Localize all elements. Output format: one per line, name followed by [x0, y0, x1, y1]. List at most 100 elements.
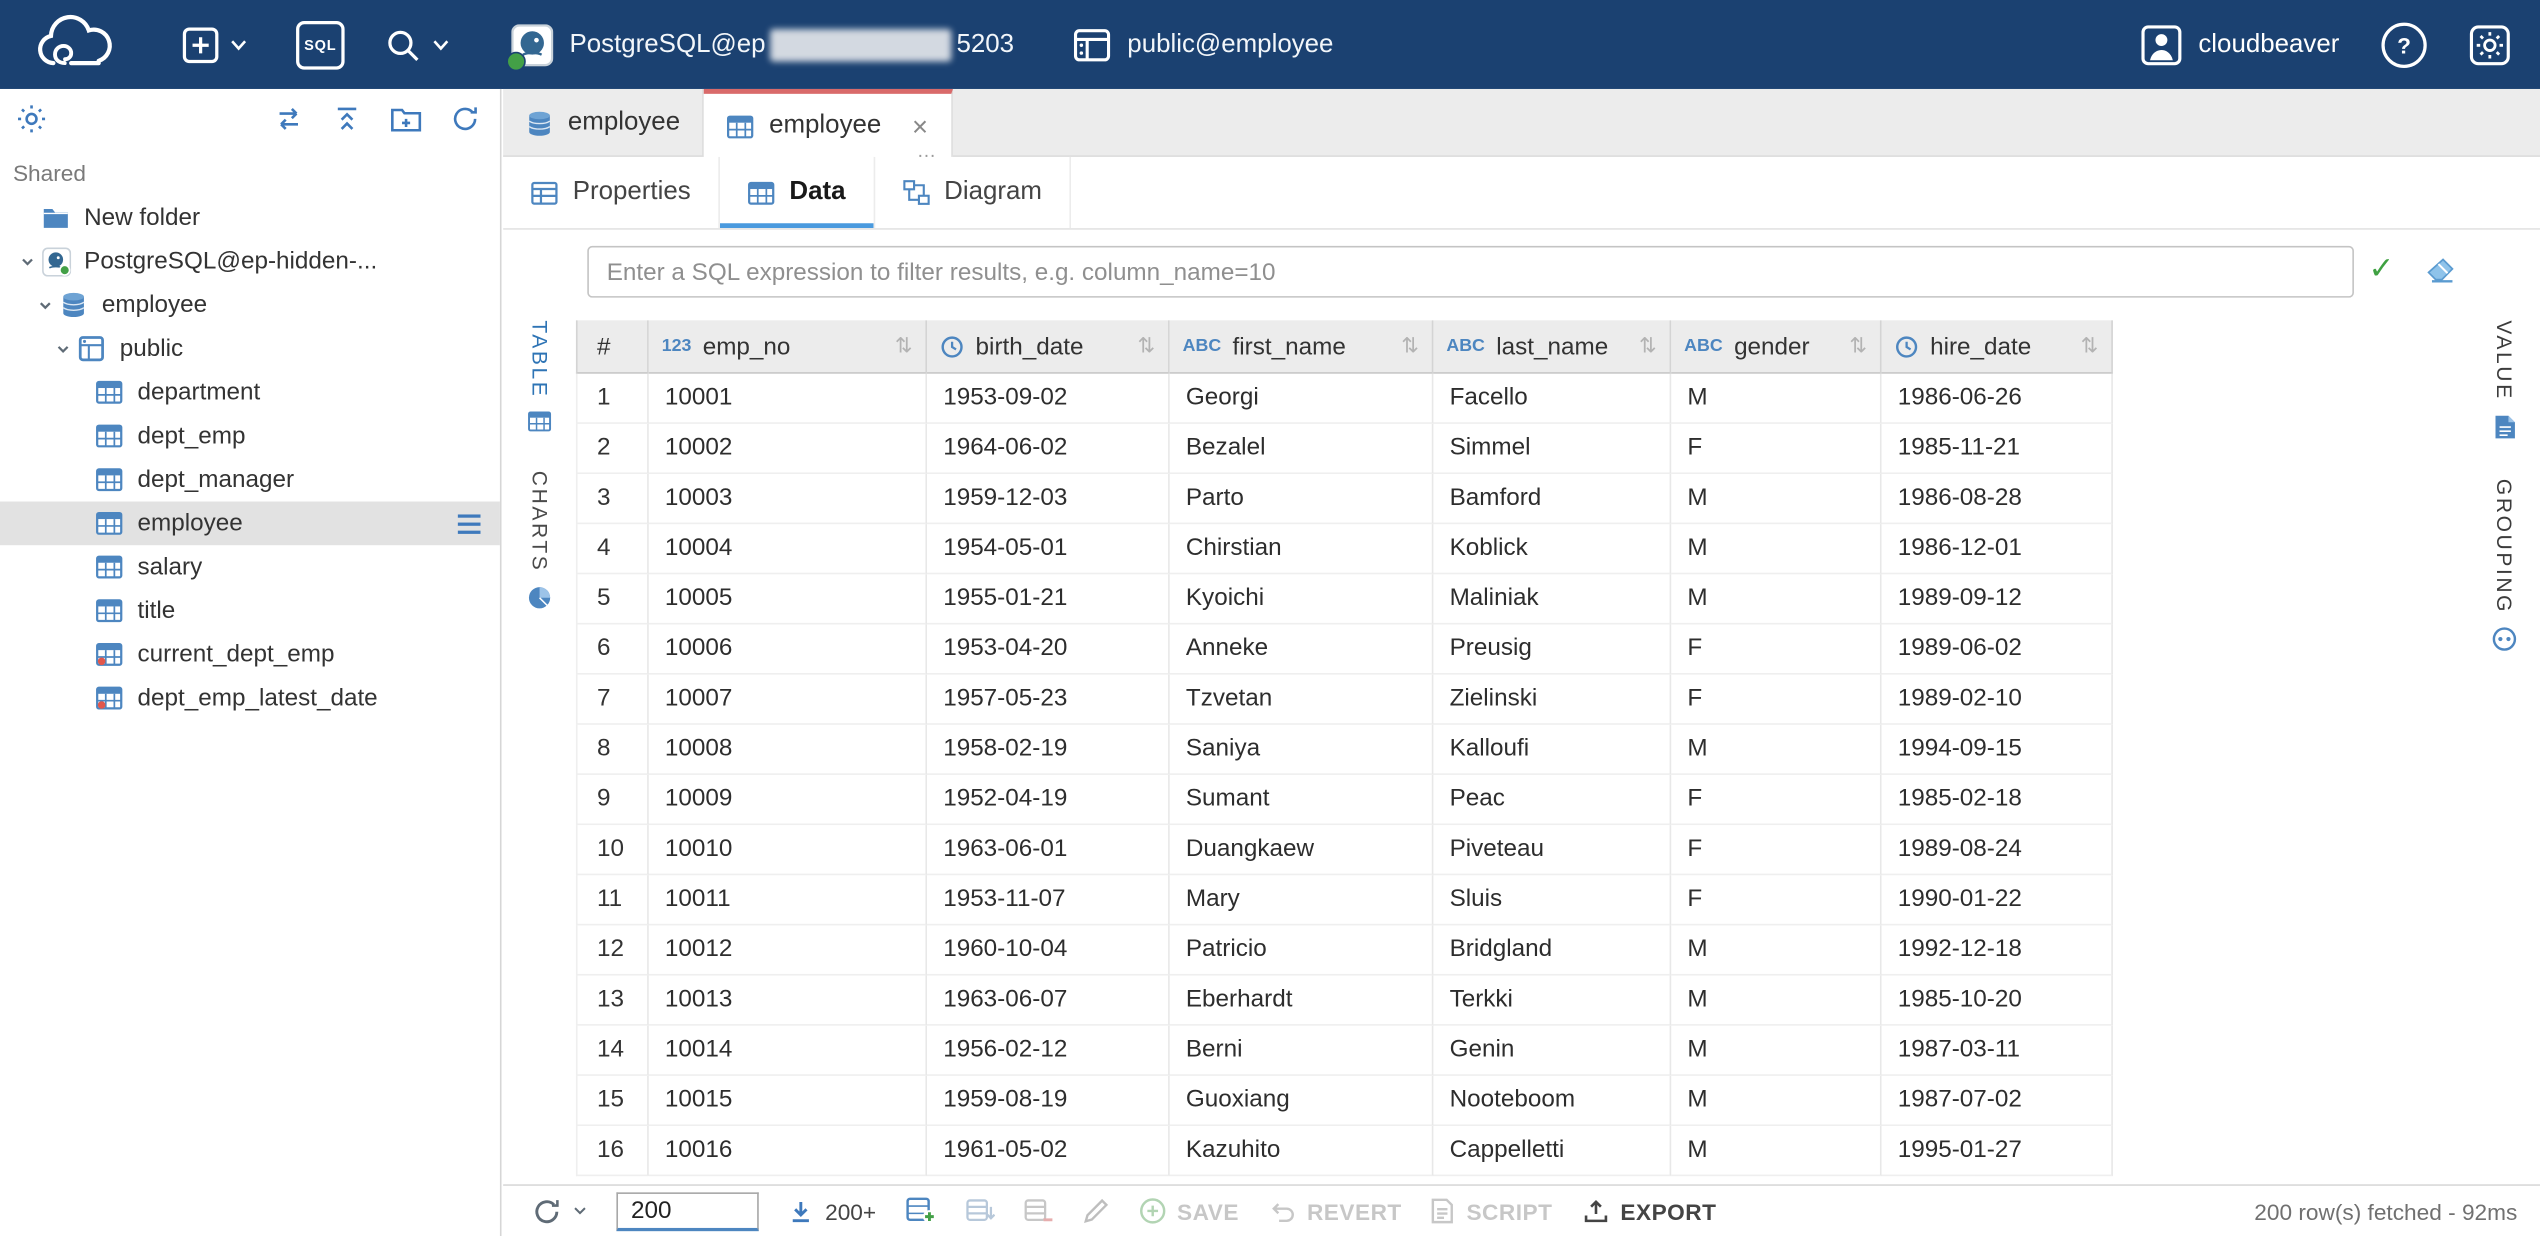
- cloudbeaver-logo-icon[interactable]: [32, 12, 119, 77]
- grid-cell[interactable]: M: [1671, 976, 1881, 1026]
- sort-icon[interactable]: ⇅: [895, 333, 913, 359]
- grid-cell[interactable]: 10015: [649, 1076, 927, 1126]
- sync-connections-icon[interactable]: [273, 103, 304, 134]
- help-icon[interactable]: ?: [2381, 22, 2426, 67]
- grid-cell[interactable]: Maliniak: [1433, 574, 1671, 624]
- grid-cell[interactable]: 1957-05-23: [927, 675, 1170, 725]
- grid-cell[interactable]: 1989-09-12: [1882, 574, 2113, 624]
- grid-cell[interactable]: Sumant: [1170, 775, 1434, 825]
- tab-data[interactable]: Data: [720, 157, 875, 228]
- grid-cell[interactable]: 1989-06-02: [1882, 624, 2113, 674]
- grid-cell[interactable]: Mary: [1170, 875, 1434, 925]
- grid-cell[interactable]: Bamford: [1433, 474, 1671, 524]
- column-header-gender[interactable]: ABCgender⇅: [1671, 320, 1881, 373]
- grid-cell[interactable]: M: [1671, 725, 1881, 775]
- column-header-birth_date[interactable]: birth_date⇅: [927, 320, 1170, 373]
- presentation-tab-table[interactable]: TABLE: [527, 320, 551, 432]
- column-header-first_name[interactable]: ABCfirst_name⇅: [1170, 320, 1434, 373]
- settings-gear-icon[interactable]: [2469, 23, 2511, 65]
- grid-cell[interactable]: Eberhardt: [1170, 976, 1434, 1026]
- grid-cell[interactable]: 1958-02-19: [927, 725, 1170, 775]
- edit-value-button[interactable]: [1082, 1197, 1110, 1225]
- export-button[interactable]: EXPORT: [1582, 1197, 1717, 1225]
- user-menu[interactable]: cloudbeaver: [2140, 23, 2339, 65]
- grid-cell[interactable]: Terkki: [1433, 976, 1671, 1026]
- grid-cell[interactable]: Berni: [1170, 1026, 1434, 1076]
- tree-item-new-folder[interactable]: New folder: [0, 196, 500, 240]
- grid-cell[interactable]: 1986-12-01: [1882, 524, 2113, 574]
- grid-cell[interactable]: F: [1671, 775, 1881, 825]
- grid-cell[interactable]: 1992-12-18: [1882, 925, 2113, 975]
- grid-cell[interactable]: M: [1671, 574, 1881, 624]
- tree-item-current-dept-emp[interactable]: current_dept_emp: [0, 633, 500, 677]
- grid-cell[interactable]: Duangkaew: [1170, 825, 1434, 875]
- grid-cell[interactable]: 10014: [649, 1026, 927, 1076]
- grid-cell[interactable]: 10008: [649, 725, 927, 775]
- panel-tab-grouping[interactable]: GROUPING: [2491, 478, 2517, 652]
- grid-cell[interactable]: Anneke: [1170, 624, 1434, 674]
- grid-cell[interactable]: M: [1671, 1026, 1881, 1076]
- close-icon[interactable]: ×: [912, 112, 928, 140]
- grid-cell[interactable]: Georgi: [1170, 374, 1434, 424]
- grid-cell[interactable]: 1994-09-15: [1882, 725, 2113, 775]
- grid-cell[interactable]: M: [1671, 1126, 1881, 1176]
- tree-item-dept-emp[interactable]: dept_emp: [0, 414, 500, 458]
- grid-cell[interactable]: 1986-08-28: [1882, 474, 2113, 524]
- grid-cell[interactable]: Kalloufi: [1433, 725, 1671, 775]
- grid-cell[interactable]: F: [1671, 675, 1881, 725]
- row-number-header[interactable]: #: [576, 320, 649, 373]
- panel-tab-value[interactable]: VALUE: [2492, 320, 2516, 439]
- grid-cell[interactable]: Zielinski: [1433, 675, 1671, 725]
- grid-cell[interactable]: 10012: [649, 925, 927, 975]
- grid-cell[interactable]: 1959-08-19: [927, 1076, 1170, 1126]
- grid-cell[interactable]: 1953-11-07: [927, 875, 1170, 925]
- grid-cell[interactable]: Genin: [1433, 1026, 1671, 1076]
- delete-row-button[interactable]: [1023, 1198, 1052, 1224]
- grid-cell[interactable]: 1959-12-03: [927, 474, 1170, 524]
- grid-cell[interactable]: 1989-02-10: [1882, 675, 2113, 725]
- column-header-last_name[interactable]: ABClast_name⇅: [1433, 320, 1671, 373]
- grid-cell[interactable]: 1985-10-20: [1882, 976, 2113, 1026]
- grid-cell[interactable]: Piveteau: [1433, 825, 1671, 875]
- grid-cell[interactable]: Facello: [1433, 374, 1671, 424]
- grid-cell[interactable]: 10016: [649, 1126, 927, 1176]
- grid-cell[interactable]: F: [1671, 624, 1881, 674]
- filter-input[interactable]: [587, 246, 2354, 298]
- grid-cell[interactable]: Chirstian: [1170, 524, 1434, 574]
- tree-item-salary[interactable]: salary: [0, 545, 500, 589]
- grid-cell[interactable]: 1986-06-26: [1882, 374, 2113, 424]
- grid-cell[interactable]: 1961-05-02: [927, 1126, 1170, 1176]
- grid-cell[interactable]: Bridgland: [1433, 925, 1671, 975]
- grid-cell[interactable]: Nooteboom: [1433, 1076, 1671, 1126]
- eraser-icon[interactable]: [2425, 256, 2456, 284]
- chevron-down-icon[interactable]: [31, 297, 60, 313]
- new-object-button[interactable]: [181, 25, 247, 64]
- grid-cell[interactable]: 1960-10-04: [927, 925, 1170, 975]
- grid-cell[interactable]: Patricio: [1170, 925, 1434, 975]
- grid-cell[interactable]: 1990-01-22: [1882, 875, 2113, 925]
- grid-cell[interactable]: Kazuhito: [1170, 1126, 1434, 1176]
- grid-cell[interactable]: 10009: [649, 775, 927, 825]
- tree-item-postgresql-ep-hidden[interactable]: PostgreSQL@ep-hidden-...: [0, 239, 500, 283]
- grid-cell[interactable]: Saniya: [1170, 725, 1434, 775]
- grid-cell[interactable]: 10007: [649, 675, 927, 725]
- presentation-tab-charts[interactable]: CHARTS: [527, 471, 551, 610]
- grid-cell[interactable]: 10011: [649, 875, 927, 925]
- sort-icon[interactable]: ⇅: [2081, 333, 2099, 359]
- grid-cell[interactable]: 10003: [649, 474, 927, 524]
- tree-item-department[interactable]: department: [0, 370, 500, 414]
- tree-item-employee[interactable]: employee: [0, 502, 500, 546]
- grid-cell[interactable]: F: [1671, 875, 1881, 925]
- grid-cell[interactable]: 10006: [649, 624, 927, 674]
- grid-cell[interactable]: Guoxiang: [1170, 1076, 1434, 1126]
- grid-cell[interactable]: F: [1671, 424, 1881, 474]
- grid-cell[interactable]: 1956-02-12: [927, 1026, 1170, 1076]
- grid-cell[interactable]: 1985-02-18: [1882, 775, 2113, 825]
- revert-button[interactable]: REVERT: [1268, 1198, 1402, 1224]
- grid-cell[interactable]: 1953-04-20: [927, 624, 1170, 674]
- grid-cell[interactable]: Tzvetan: [1170, 675, 1434, 725]
- grid-cell[interactable]: 1963-06-01: [927, 825, 1170, 875]
- grid-cell[interactable]: Kyoichi: [1170, 574, 1434, 624]
- grid-cell[interactable]: M: [1671, 524, 1881, 574]
- grid-cell[interactable]: 10002: [649, 424, 927, 474]
